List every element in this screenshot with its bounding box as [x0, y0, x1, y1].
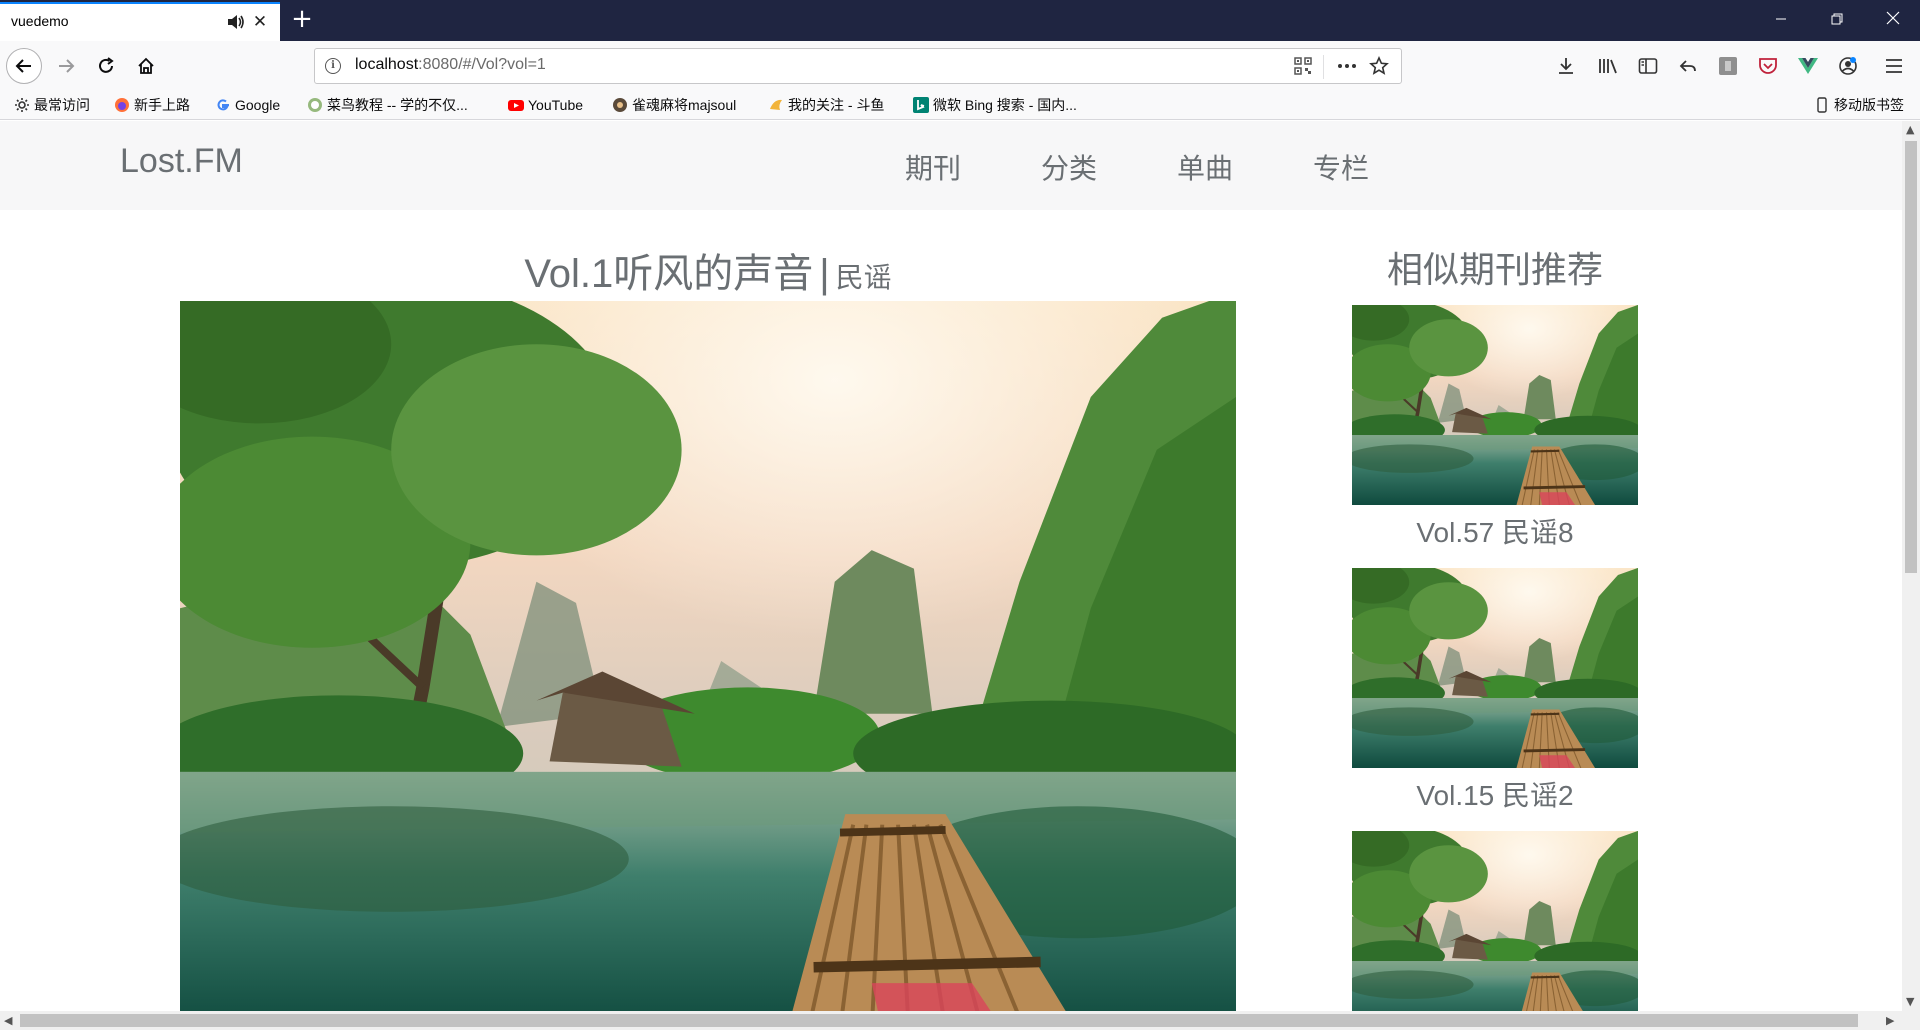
gear-icon [14, 97, 30, 113]
bookmarks-bar: 最常访问 新手上路 Google 菜鸟教程 -- 学的不仅... YouTube… [0, 90, 1920, 120]
recommend-card[interactable]: Vol.15 民谣2 [1352, 568, 1638, 814]
url-bar[interactable]: i localhost:8080/#/Vol?vol=1 [314, 48, 1402, 84]
plus-icon[interactable]: + [288, 6, 316, 34]
horizontal-scroll-thumb[interactable] [20, 1014, 1858, 1027]
site-header: Lost.FM 期刊 分类 单曲 专栏 [0, 121, 1902, 210]
mobile-icon [1814, 97, 1830, 113]
forward-arrow-icon[interactable] [48, 48, 84, 84]
bookmark-most-visited[interactable]: 最常访问 [14, 95, 90, 115]
recommend-cover-image[interactable] [1352, 305, 1638, 505]
bookmark-majsoul[interactable]: 雀魂麻将majsoul [612, 95, 736, 115]
page-title: Vol.1听风的声音 | 民谣 [180, 241, 1236, 299]
vertical-scrollbar[interactable]: ▲ ▼ [1902, 121, 1920, 1011]
url-text[interactable]: localhost:8080/#/Vol?vol=1 [355, 56, 546, 74]
navigation-toolbar: i localhost:8080/#/Vol?vol=1 [0, 41, 1920, 90]
url-host: localhost [355, 56, 419, 73]
nav-columns[interactable]: 专栏 [1313, 147, 1369, 187]
minimize-button[interactable] [1758, 6, 1804, 34]
speaker-icon[interactable] [226, 13, 246, 31]
bing-icon [913, 97, 929, 113]
title-separator: | [819, 252, 830, 296]
firefox-icon [114, 97, 130, 113]
bookmark-label: 最常访问 [34, 97, 90, 113]
vol-title: Vol.1听风的声音 [524, 252, 814, 296]
download-icon[interactable] [1552, 52, 1580, 80]
bookmark-label: 新手上路 [134, 97, 190, 113]
horizontal-scrollbar[interactable]: ◀ ▶ [0, 1011, 1902, 1030]
star-icon[interactable] [1367, 54, 1391, 78]
home-icon[interactable] [128, 48, 164, 84]
extension-gray-icon[interactable] [1714, 52, 1742, 80]
bookmark-mobile[interactable]: 移动版书签 [1814, 95, 1904, 115]
nav-singles[interactable]: 单曲 [1177, 147, 1233, 187]
url-path: :8080/#/Vol?vol=1 [418, 56, 546, 73]
recommend-card[interactable]: Vol.57 民谣8 [1352, 305, 1638, 551]
bookmark-google[interactable]: Google [215, 95, 280, 115]
bookmark-douyu[interactable]: 我的关注 - 斗鱼 [768, 95, 884, 115]
close-icon[interactable]: ✕ [250, 12, 270, 32]
page-viewport: Lost.FM 期刊 分类 单曲 专栏 Vol.1听风的声音 | 民谣 相似期刊推荐… [0, 121, 1902, 1011]
scroll-up-icon[interactable]: ▲ [1906, 123, 1914, 136]
scrollbar-corner [1902, 1011, 1920, 1030]
title-bar: vuedemo ✕ + [0, 0, 1920, 41]
scroll-right-icon[interactable]: ▶ [1886, 1014, 1894, 1027]
info-icon[interactable]: i [325, 58, 341, 74]
youtube-icon [508, 97, 524, 113]
majsoul-icon [612, 97, 628, 113]
account-sync-icon[interactable] [1834, 52, 1862, 80]
bookmark-label: 菜鸟教程 -- 学的不仅... [327, 97, 468, 113]
vol-cover-image [180, 301, 1236, 1011]
pocket-icon[interactable] [1754, 52, 1782, 80]
reload-icon[interactable] [88, 48, 124, 84]
nav-categories[interactable]: 分类 [1041, 147, 1097, 187]
recommend-cover-image[interactable] [1352, 568, 1638, 768]
restore-button[interactable] [1814, 6, 1860, 34]
vol-category[interactable]: 民谣 [836, 262, 892, 293]
sidebar-icon[interactable] [1634, 52, 1662, 80]
bookmark-label: 移动版书签 [1834, 97, 1904, 113]
bookmark-label: Google [235, 97, 281, 113]
back-arrow-icon[interactable] [6, 48, 42, 84]
bookmark-label: 微软 Bing 搜索 - 国内... [933, 97, 1077, 113]
scroll-left-icon[interactable]: ◀ [4, 1014, 12, 1027]
bookmark-label: 我的关注 - 斗鱼 [788, 97, 885, 113]
library-icon[interactable] [1594, 52, 1622, 80]
google-icon [215, 97, 231, 113]
recommend-title: 相似期刊推荐 [1386, 250, 1603, 291]
tab-title: vuedemo [11, 13, 69, 29]
close-window-button[interactable] [1870, 6, 1916, 34]
bookmark-bing[interactable]: 微软 Bing 搜索 - 国内... [913, 95, 1077, 115]
douyu-icon [768, 97, 784, 113]
more-icon[interactable] [1335, 54, 1359, 78]
recommend-card[interactable] [1352, 831, 1638, 1011]
vue-devtools-icon[interactable] [1794, 52, 1822, 80]
qr-code-icon[interactable] [1291, 54, 1315, 78]
recommend-label[interactable]: Vol.57 民谣8 [1352, 511, 1638, 551]
site-logo[interactable]: Lost.FM [120, 142, 243, 181]
recommend-cover-image[interactable] [1352, 831, 1638, 1011]
bookmark-label: YouTube [528, 97, 584, 113]
recommend-label[interactable]: Vol.15 民谣2 [1352, 774, 1638, 814]
undo-arrow-icon[interactable] [1674, 52, 1702, 80]
nav-periodicals[interactable]: 期刊 [905, 147, 961, 187]
runoob-icon [307, 97, 323, 113]
bookmark-runoob[interactable]: 菜鸟教程 -- 学的不仅... [307, 95, 468, 115]
scroll-down-icon[interactable]: ▼ [1906, 995, 1914, 1008]
hamburger-menu-icon[interactable] [1880, 52, 1908, 80]
bookmark-getting-started[interactable]: 新手上路 [114, 95, 190, 115]
browser-tab[interactable]: vuedemo ✕ [0, 2, 280, 41]
vertical-scroll-thumb[interactable] [1905, 141, 1917, 573]
bookmark-youtube[interactable]: YouTube [508, 95, 583, 115]
bookmark-label: 雀魂麻将majsoul [632, 97, 737, 113]
url-separator [1323, 55, 1324, 79]
